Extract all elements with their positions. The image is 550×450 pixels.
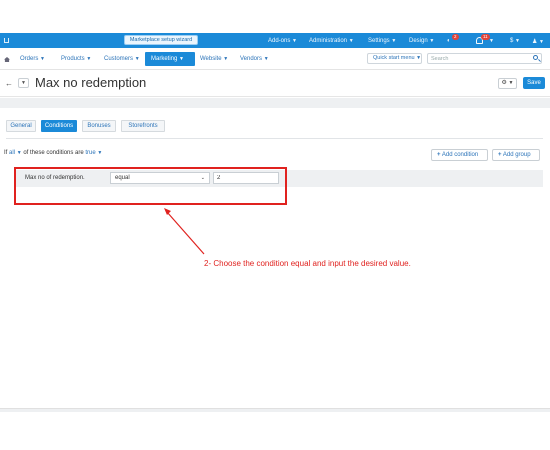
annotation-arrow [164, 208, 205, 255]
footer-divider [0, 408, 550, 412]
annotation-text: 2- Choose the condition equal and input … [204, 259, 411, 268]
annotation-arrow-line [166, 211, 205, 255]
annotation-arrow-head [164, 208, 171, 215]
page: Marketplace setup wizard Add-ons ▼ Admin… [0, 0, 550, 450]
